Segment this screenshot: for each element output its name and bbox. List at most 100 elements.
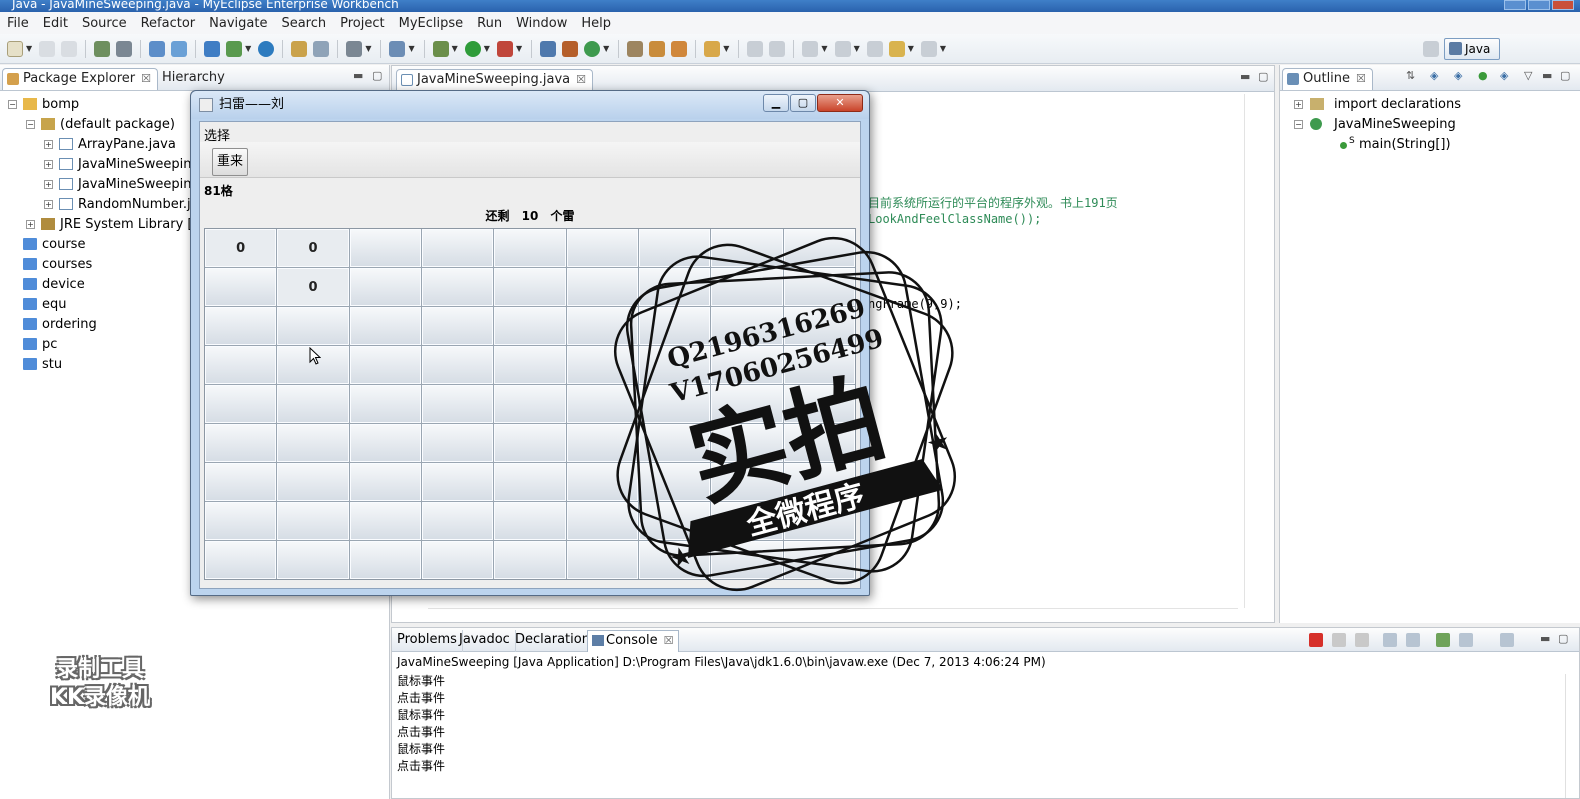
java-perspective-button[interactable]: Java — [1444, 38, 1500, 60]
mine-cell[interactable] — [566, 463, 638, 501]
close-icon[interactable]: ☒ — [576, 73, 586, 86]
remove-all-icon[interactable] — [1355, 633, 1369, 647]
mine-cell[interactable] — [711, 502, 783, 540]
menu-source[interactable]: Source — [75, 16, 134, 31]
back-arrow-icon[interactable] — [888, 40, 905, 57]
mine-cell[interactable]: 0 — [277, 229, 349, 267]
next-annotation-icon[interactable] — [802, 40, 819, 57]
mine-cell[interactable] — [205, 346, 277, 384]
menu-myeclipse[interactable]: MyEclipse — [392, 16, 471, 31]
monitor-icon[interactable] — [346, 40, 363, 57]
mine-cell[interactable] — [566, 502, 638, 540]
mine-cell[interactable] — [711, 541, 783, 579]
close-icon[interactable] — [1552, 0, 1574, 10]
mine-cell[interactable] — [639, 268, 711, 306]
mine-cell[interactable] — [422, 385, 494, 423]
menu-window[interactable]: Window — [509, 16, 574, 31]
outline-item-method[interactable]: S main(String[]) — [1290, 135, 1580, 155]
save-all-icon[interactable] — [61, 40, 78, 57]
mine-cell[interactable] — [494, 307, 566, 345]
mine-cell[interactable] — [494, 385, 566, 423]
mine-cell[interactable] — [783, 229, 855, 267]
mine-cell[interactable] — [494, 229, 566, 267]
remove-launch-icon[interactable] — [1332, 633, 1346, 647]
mine-cell[interactable] — [349, 229, 421, 267]
open-perspective-icon[interactable] — [1423, 40, 1439, 57]
menu-search[interactable]: Search — [274, 16, 333, 31]
new-wizard-icon[interactable] — [204, 40, 221, 57]
tab-problems[interactable]: Problems — [392, 630, 463, 652]
hide-static-icon[interactable]: ◈ — [1454, 69, 1462, 82]
menu-file[interactable]: File — [0, 16, 36, 31]
mine-cell[interactable] — [566, 268, 638, 306]
display-console-icon[interactable] — [1459, 633, 1473, 647]
minimize-view-icon[interactable]: ▬ — [1540, 632, 1550, 645]
mine-cell[interactable] — [711, 346, 783, 384]
sort-icon[interactable]: ⇅ — [1406, 69, 1415, 82]
mine-cell[interactable] — [566, 307, 638, 345]
open-console-icon[interactable] — [1500, 633, 1514, 647]
toggle-icon[interactable] — [769, 40, 786, 57]
mine-cell[interactable] — [422, 229, 494, 267]
mine-cell[interactable] — [422, 541, 494, 579]
new-java-project-icon[interactable] — [540, 40, 557, 57]
mine-cell[interactable] — [205, 541, 277, 579]
mine-cell[interactable]: 0 — [277, 268, 349, 306]
open-task-icon[interactable] — [704, 40, 721, 57]
mine-cell[interactable] — [783, 346, 855, 384]
mine-cell[interactable] — [783, 307, 855, 345]
mine-cell[interactable] — [349, 541, 421, 579]
pin-console-icon[interactable] — [1436, 633, 1450, 647]
previous-annotation-icon[interactable] — [834, 40, 851, 57]
open-type-hierarchy-icon[interactable] — [627, 40, 644, 57]
forward-arrow-icon[interactable] — [920, 40, 937, 57]
open-type-icon[interactable] — [389, 40, 406, 57]
expand-icon[interactable]: + — [44, 200, 53, 209]
mine-cell[interactable] — [422, 424, 494, 462]
expand-icon[interactable]: + — [44, 180, 53, 189]
editor-vertical-scrollbar[interactable] — [1244, 94, 1258, 608]
mine-cell[interactable] — [494, 268, 566, 306]
mine-cell[interactable] — [205, 307, 277, 345]
tab-console[interactable]: Console ☒ — [587, 630, 680, 652]
collapse-icon[interactable]: − — [1294, 120, 1303, 129]
mine-cell[interactable] — [566, 346, 638, 384]
mine-cell[interactable] — [277, 502, 349, 540]
mine-cell[interactable] — [639, 385, 711, 423]
globe-icon[interactable] — [258, 40, 275, 57]
mine-cell[interactable] — [711, 229, 783, 267]
debug-icon[interactable] — [432, 40, 449, 57]
mine-cell[interactable] — [639, 502, 711, 540]
edit-icon[interactable] — [747, 40, 764, 57]
mine-cell[interactable] — [205, 268, 277, 306]
mine-cell[interactable] — [494, 502, 566, 540]
mine-cell[interactable] — [711, 268, 783, 306]
server-icon[interactable] — [116, 40, 133, 57]
collapse-icon[interactable]: − — [8, 100, 17, 109]
mine-cell[interactable] — [783, 502, 855, 540]
build-icon[interactable] — [94, 40, 111, 57]
mine-cell[interactable] — [277, 463, 349, 501]
hide-fields-icon[interactable]: ◈ — [1430, 69, 1438, 82]
collapse-icon[interactable]: − — [26, 120, 35, 129]
mine-cell[interactable] — [349, 463, 421, 501]
scroll-lock-icon[interactable] — [1406, 633, 1420, 647]
outline-item-class[interactable]: − JavaMineSweeping — [1290, 115, 1580, 135]
tab-outline[interactable]: Outline ☒ — [1282, 68, 1373, 90]
new-package-icon[interactable] — [562, 40, 579, 57]
deploy-icon[interactable] — [149, 40, 166, 57]
editor-horizontal-scrollbar[interactable] — [428, 608, 1238, 620]
refresh-icon[interactable] — [313, 40, 330, 57]
hide-nonpublic-icon[interactable]: ● — [1478, 69, 1488, 82]
console-scrollbar[interactable] — [1565, 674, 1579, 798]
maximize-view-icon[interactable]: ▢ — [372, 69, 382, 82]
expand-icon[interactable]: + — [44, 160, 53, 169]
expand-icon[interactable]: + — [26, 220, 35, 229]
menu-help[interactable]: Help — [574, 16, 618, 31]
mine-cell[interactable] — [711, 307, 783, 345]
maximize-icon[interactable] — [1528, 0, 1550, 10]
browse-icon[interactable] — [171, 40, 188, 57]
mine-cell[interactable] — [566, 229, 638, 267]
maximize-view-icon[interactable]: ▢ — [1560, 69, 1570, 82]
mine-cell[interactable] — [422, 268, 494, 306]
